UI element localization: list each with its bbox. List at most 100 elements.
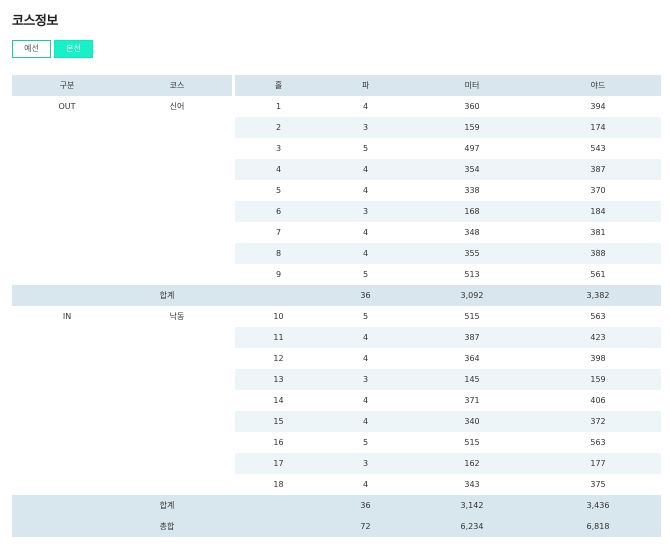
meter-cell: 343	[464, 480, 480, 489]
table-row: 6 3 168 184	[12, 201, 661, 222]
par-cell: 4	[362, 396, 369, 405]
par-cell: 4	[362, 333, 369, 342]
par-cell: 4	[362, 228, 369, 237]
course-info-page: 코스정보 예선 본선 구분 코스 홀 파 미터 야드 OUT 신어 1 4 360 394…	[0, 0, 670, 548]
hole-cell: 5	[275, 186, 282, 195]
yard-cell: 177	[590, 459, 606, 468]
header-par: 파	[361, 81, 370, 90]
prelim-tab-button[interactable]: 예선	[12, 40, 51, 58]
hole-cell: 16	[273, 438, 284, 447]
summary-par: 72	[360, 522, 371, 531]
hole-cell: 3	[275, 144, 282, 153]
table-row: 7 4 348 381	[12, 222, 661, 243]
hole-cell: 17	[273, 459, 284, 468]
par-cell: 4	[362, 417, 369, 426]
par-cell: 3	[362, 375, 369, 384]
page-title: 코스정보	[12, 14, 58, 29]
yard-cell: 370	[590, 186, 606, 195]
meter-cell: 168	[464, 207, 480, 216]
table-row: 17 3 162 177	[12, 453, 661, 474]
table-row: 16 5 515 563	[12, 432, 661, 453]
hole-cell: 2	[275, 123, 282, 132]
subtotal-row: 합계 36 3,092 3,382	[12, 285, 661, 306]
summary-par: 36	[360, 291, 371, 300]
hole-cell: 4	[275, 165, 282, 174]
summary-yard: 3,382	[586, 291, 610, 300]
par-cell: 4	[362, 480, 369, 489]
par-cell: 4	[362, 354, 369, 363]
course-table: 구분 코스 홀 파 미터 야드 OUT 신어 1 4 360 394 2 3 159 174 3 5 4…	[12, 75, 661, 537]
hole-cell: 13	[273, 375, 284, 384]
yard-cell: 372	[590, 417, 606, 426]
par-cell: 3	[362, 459, 369, 468]
meter-cell: 497	[464, 144, 480, 153]
meter-cell: 340	[464, 417, 480, 426]
yard-cell: 398	[590, 354, 606, 363]
header-division: 구분	[59, 81, 75, 90]
yard-cell: 423	[590, 333, 606, 342]
meter-cell: 354	[464, 165, 480, 174]
yard-cell: 394	[590, 102, 606, 111]
table-row: 18 4 343 375	[12, 474, 661, 495]
par-cell: 4	[362, 165, 369, 174]
par-cell: 3	[362, 207, 369, 216]
yard-cell: 561	[590, 270, 606, 279]
par-cell: 4	[362, 249, 369, 258]
meter-cell: 515	[464, 438, 480, 447]
summary-label: 합계	[159, 501, 175, 510]
meter-cell: 145	[464, 375, 480, 384]
table-row: 12 4 364 398	[12, 348, 661, 369]
table-row: IN 낙동 10 5 515 563	[12, 306, 661, 327]
table-row: 2 3 159 174	[12, 117, 661, 138]
meter-cell: 162	[464, 459, 480, 468]
header-meter: 미터	[464, 81, 480, 90]
meter-cell: 364	[464, 354, 480, 363]
hole-cell: 7	[275, 228, 282, 237]
meter-cell: 513	[464, 270, 480, 279]
table-row: 8 4 355 388	[12, 243, 661, 264]
yard-cell: 387	[590, 165, 606, 174]
header-hole: 홀	[274, 81, 283, 90]
table-row: 3 5 497 543	[12, 138, 661, 159]
course-name-cell: 낙동	[169, 312, 185, 321]
table-row: 14 4 371 406	[12, 390, 661, 411]
final-tab-button[interactable]: 본선	[54, 40, 93, 58]
summary-label: 합계	[159, 291, 175, 300]
hole-cell: 15	[273, 417, 284, 426]
meter-cell: 338	[464, 186, 480, 195]
yard-cell: 543	[590, 144, 606, 153]
table-row: 5 4 338 370	[12, 180, 661, 201]
header-yard: 야드	[590, 81, 606, 90]
meter-cell: 159	[464, 123, 480, 132]
meter-cell: 387	[464, 333, 480, 342]
yard-cell: 174	[590, 123, 606, 132]
subtotal-row: 합계 36 3,142 3,436	[12, 495, 661, 516]
par-cell: 5	[362, 270, 369, 279]
meter-cell: 515	[464, 312, 480, 321]
par-cell: 3	[362, 123, 369, 132]
summary-yard: 6,818	[586, 522, 610, 531]
par-cell: 5	[362, 438, 369, 447]
division-cell: IN	[62, 312, 72, 321]
table-row: OUT 신어 1 4 360 394	[12, 96, 661, 117]
par-cell: 5	[362, 144, 369, 153]
meter-cell: 348	[464, 228, 480, 237]
summary-label: 총합	[159, 522, 175, 531]
hole-cell: 18	[273, 480, 284, 489]
summary-meter: 3,142	[460, 501, 484, 510]
table-header-row: 구분 코스 홀 파 미터 야드	[12, 75, 661, 96]
meter-cell: 360	[464, 102, 480, 111]
hole-cell: 10	[273, 312, 284, 321]
yard-cell: 375	[590, 480, 606, 489]
yard-cell: 563	[590, 312, 606, 321]
table-row: 13 3 145 159	[12, 369, 661, 390]
summary-yard: 3,436	[586, 501, 610, 510]
yard-cell: 406	[590, 396, 606, 405]
table-row: 9 5 513 561	[12, 264, 661, 285]
summary-meter: 6,234	[460, 522, 484, 531]
yard-cell: 381	[590, 228, 606, 237]
hole-cell: 9	[275, 270, 282, 279]
grand-total-row: 총합 72 6,234 6,818	[12, 516, 661, 537]
hole-cell: 12	[273, 354, 284, 363]
table-body: OUT 신어 1 4 360 394 2 3 159 174 3 5 497 543 4 4 354 387 5 4 3…	[12, 96, 661, 537]
